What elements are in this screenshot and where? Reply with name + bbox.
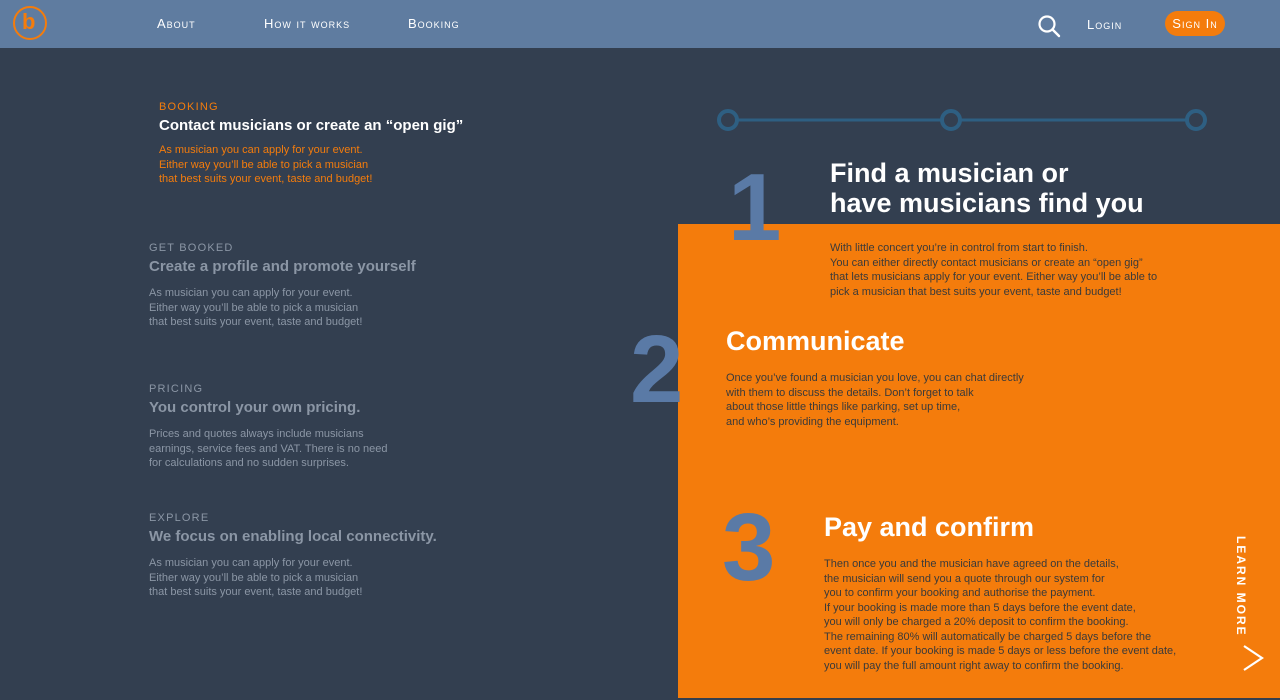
section-get-booked[interactable]: GET BOOKED Create a profile and promote … — [149, 242, 416, 330]
step-3-title: Pay and confirm — [824, 512, 1035, 542]
section-title: Contact musicians or create an “open gig… — [159, 117, 464, 134]
step-3-body: Then once you and the musician have agre… — [824, 558, 1177, 672]
step-number-2: 2 — [630, 316, 684, 423]
section-body: As musician you can apply for your event… — [149, 287, 363, 328]
top-navigation-bar: b About How it works Booking Login Sign … — [0, 0, 1280, 48]
step-2-title: Communicate — [726, 326, 905, 356]
logo[interactable]: b — [13, 6, 47, 40]
timeline-step-3[interactable] — [1185, 109, 1207, 131]
section-title: We focus on enabling local connectivity. — [149, 528, 437, 545]
step-1-title: Find a musician or have musicians find y… — [830, 158, 1144, 218]
nav-how-it-works[interactable]: How it works — [264, 16, 350, 31]
chevron-right-icon[interactable] — [1240, 644, 1266, 672]
section-kicker: BOOKING — [159, 101, 219, 113]
section-explore[interactable]: EXPLORE We focus on enabling local conne… — [149, 512, 437, 600]
search-icon[interactable] — [1037, 14, 1061, 38]
section-kicker: EXPLORE — [149, 512, 210, 524]
section-body: As musician you can apply for your event… — [159, 144, 373, 185]
nav-booking[interactable]: Booking — [408, 16, 460, 31]
step-1-body: With little concert you’re in control fr… — [830, 242, 1158, 298]
section-booking[interactable]: BOOKING Contact musicians or create an “… — [159, 101, 463, 187]
section-kicker: PRICING — [149, 383, 204, 395]
login-link[interactable]: Login — [1087, 17, 1122, 32]
sign-in-button[interactable]: Sign In — [1165, 11, 1225, 36]
timeline-step-2[interactable] — [940, 109, 962, 131]
section-title: You control your own pricing. — [149, 399, 361, 416]
timeline-step-1[interactable] — [717, 109, 739, 131]
step-number-3: 3 — [722, 494, 776, 601]
section-pricing[interactable]: PRICING You control your own pricing. Pr… — [149, 383, 387, 471]
section-body: Prices and quotes always include musicia… — [149, 428, 388, 469]
section-body: As musician you can apply for your event… — [149, 557, 363, 598]
step-2-body: Once you’ve found a musician you love, y… — [726, 372, 1024, 428]
logo-letter: b — [22, 9, 36, 34]
section-title: Create a profile and promote yourself — [149, 258, 416, 275]
nav-about[interactable]: About — [157, 16, 196, 31]
step-number-1: 1 — [728, 154, 782, 261]
learn-more-link[interactable]: LEARN MORE — [1234, 536, 1248, 637]
progress-timeline — [717, 109, 1207, 131]
section-kicker: GET BOOKED — [149, 242, 234, 254]
